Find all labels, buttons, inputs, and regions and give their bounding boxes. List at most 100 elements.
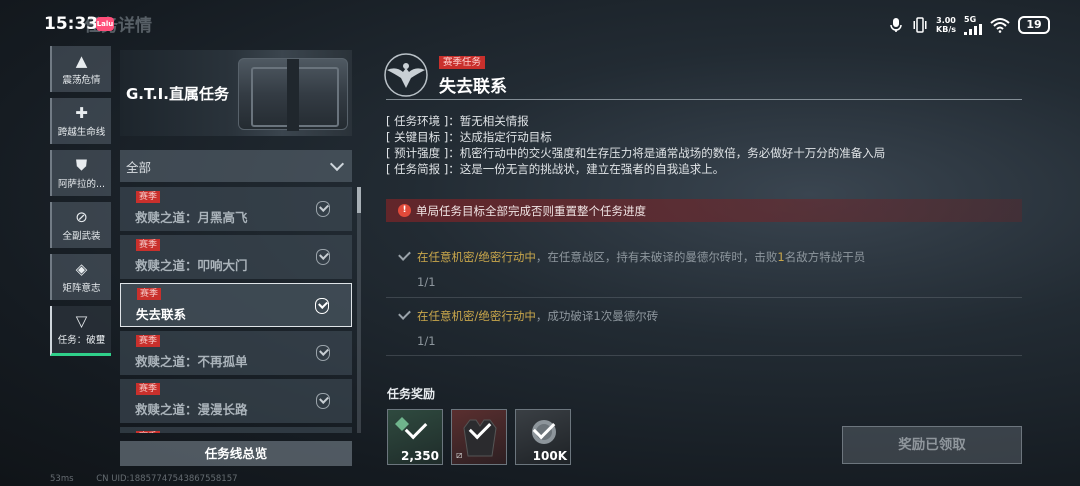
slash-circle-icon: ⊘ — [75, 207, 88, 226]
task-environment: [ 任务环境 ]：暂无相关情报 — [386, 114, 529, 128]
task-title: 失去联系 — [439, 77, 507, 97]
status-bar: 任务详情 15:33 Lalu 3.00 KB/s 5G 19 — [0, 0, 1080, 50]
wifi-icon — [990, 18, 1010, 33]
task-name: 救赎之道：月黑高飞 — [135, 210, 248, 225]
task-list: 赛季 救赎之道：月黑高飞 赛季 救赎之道：叩响大门 赛季 失去联系 赛季 救赎之… — [120, 187, 352, 433]
warning-text: 单局任务目标全部完成否则重置整个任务进度 — [416, 203, 646, 218]
completed-check-icon — [315, 298, 329, 314]
key-objective: [ 关键目标 ]：达成指定行动目标 — [386, 130, 552, 144]
season-badge: 赛季 — [137, 288, 162, 300]
objective-progress: 1/1 — [417, 334, 436, 348]
season-badge: 赛季 — [136, 383, 161, 395]
ping-readout: 53ms — [50, 474, 74, 484]
task-name: 救赎之道：叩响大门 — [135, 258, 248, 273]
task-list-item[interactable]: 赛季 救赎之道：不再孤单 — [120, 331, 352, 375]
task-list-item[interactable]: 赛季 救赎之道：叩响大门 — [120, 235, 352, 279]
diamond-icon: ◈ — [75, 259, 88, 278]
rail-item-label: 矩阵意志 — [62, 282, 101, 294]
status-icons: 3.00 KB/s 5G 19 — [888, 13, 1050, 37]
rail-item-label: 震荡危情 — [62, 74, 101, 86]
season-badge: 赛季 — [136, 431, 161, 433]
reward-experience[interactable]: 2,350 — [387, 409, 443, 465]
objective-item: 在任意机密/绝密行动中，成功破译1次曼德尔砖 1/1 — [398, 307, 1018, 348]
eagle-emblem-icon — [384, 53, 428, 97]
objective-text: 在任意机密/绝密行动中，成功破译1次曼德尔砖 — [398, 307, 1018, 324]
banner-title: G.T.I.直属任务 — [126, 85, 229, 103]
season-badge: 赛季 — [136, 335, 161, 347]
triangle-icon: ▽ — [75, 312, 88, 330]
task-briefing: [ 任务简报 ]：这是一份无言的挑战状，建立在强者的自我追求上。 — [386, 162, 725, 176]
task-name: 救赎之道：漫漫长路 — [135, 402, 248, 417]
task-name: 救赎之道：不再孤单 — [135, 354, 248, 369]
shield-icon: ⛊ — [75, 155, 88, 174]
objective-mode: 在任意机密/绝密行动中 — [417, 250, 536, 264]
rail-item-lifeline[interactable]: ✚ 跨越生命线 — [50, 98, 111, 144]
rail-item-label: 全副武装 — [62, 230, 101, 242]
expected-intensity: [ 预计强度 ]：机密行动中的交火强度和生存压力将是通常战场的数倍，务必做好十万… — [386, 146, 886, 160]
season-task-badge: 赛季任务 — [439, 56, 486, 69]
rail-item-asala[interactable]: ⛊ 阿萨拉的... — [50, 150, 111, 196]
task-line-banner: G.T.I.直属任务 — [120, 50, 352, 136]
task-list-scrollbar[interactable] — [357, 187, 361, 433]
divider — [386, 355, 1022, 356]
reward-armor-vest[interactable]: ⧄ — [451, 409, 507, 465]
rail-item-gti[interactable]: ▽ 任务：破璽 — [50, 306, 111, 356]
crate-illustration — [238, 58, 348, 131]
objective-text: 在任意机密/绝密行动中，在任意战区，持有未破译的曼德尔砖时，击败1名敌方特战干员 — [398, 248, 1018, 265]
scroll-thumb[interactable] — [357, 187, 361, 213]
category-icon: ▲ — [75, 51, 88, 70]
rail-item-tremor[interactable]: ▲ 震荡危情 — [50, 46, 111, 92]
task-list-item-selected[interactable]: 赛季 失去联系 — [120, 283, 352, 327]
warning-icon: ! — [398, 204, 411, 217]
app-notification-icon: Lalu — [96, 17, 114, 31]
completed-check-icon — [316, 345, 330, 361]
reward-currency[interactable]: 100K — [515, 409, 571, 465]
completed-check-icon — [316, 201, 330, 217]
category-rail: ▲ 震荡危情 ✚ 跨越生命线 ⛊ 阿萨拉的... ⊘ 全副武装 ◈ 矩阵意志 ▽… — [50, 46, 112, 362]
task-filter-dropdown[interactable]: 全部 — [120, 150, 352, 182]
filter-selected-value: 全部 — [126, 159, 152, 175]
task-list-item[interactable]: 赛季 救赎之道：漫漫长路 — [120, 379, 352, 423]
signal-icon — [964, 24, 982, 35]
network-speed: 3.00 KB/s — [936, 16, 956, 34]
reward-quantity: 2,350 — [401, 449, 439, 463]
completed-check-icon — [316, 249, 330, 265]
clock: 15:33 — [44, 14, 99, 34]
reset-warning-banner: ! 单局任务目标全部完成否则重置整个任务进度 — [386, 199, 1022, 222]
microphone-icon — [890, 18, 902, 32]
season-badge: 赛季 — [136, 191, 161, 203]
objective-condition: ，在任意战区，持有未破译的曼德尔砖时，击败 — [535, 250, 778, 264]
rail-item-matrix[interactable]: ◈ 矩阵意志 — [50, 254, 111, 300]
objective-condition: ，成功破译1次曼德尔砖 — [535, 309, 659, 323]
task-list-item[interactable]: 赛季 救赎之道：月黑高飞 — [120, 187, 352, 231]
chevron-down-icon — [329, 156, 345, 171]
reward-quantity: 100K — [532, 449, 567, 463]
objective-count: 1 — [777, 250, 785, 264]
cross-icon: ✚ — [75, 103, 88, 122]
divider — [386, 99, 1022, 100]
battery-indicator: 19 — [1018, 16, 1050, 34]
task-list-item[interactable]: 赛季 — [120, 427, 352, 433]
objective-target: 名敌方特战干员 — [784, 250, 866, 264]
rail-item-armed[interactable]: ⊘ 全副武装 — [50, 202, 111, 248]
user-uid: CN UID:18857747543867558157 — [96, 474, 238, 484]
completed-check-icon — [316, 393, 330, 409]
task-info-block: [ 任务环境 ]：暂无相关情报 [ 关键目标 ]：达成指定行动目标 [ 预计强度… — [386, 113, 1026, 177]
rewards-claimed-button[interactable]: 奖励已领取 — [842, 426, 1022, 464]
objective-progress: 1/1 — [417, 275, 436, 289]
season-badge: 赛季 — [136, 239, 161, 251]
rail-item-label: 任务：破璽 — [57, 335, 106, 346]
rail-item-label: 跨越生命线 — [57, 126, 106, 138]
checkmark-icon — [398, 307, 411, 320]
unbound-icon: ⧄ — [456, 450, 463, 461]
task-name: 失去联系 — [136, 307, 187, 322]
task-line-overview-button[interactable]: 任务线总览 — [120, 441, 352, 466]
divider — [386, 297, 1022, 298]
objective-mode: 在任意机密/绝密行动中 — [417, 309, 536, 323]
vibrate-icon — [913, 17, 927, 33]
network-speed-value: 3.00 — [936, 16, 956, 25]
objective-item: 在任意机密/绝密行动中，在任意战区，持有未破译的曼德尔砖时，击败1名敌方特战干员… — [398, 248, 1018, 289]
footer-info: 53ms CN UID:18857747543867558157 — [50, 474, 258, 484]
rail-item-label: 阿萨拉的... — [57, 178, 106, 190]
network-speed-unit: KB/s — [936, 25, 956, 34]
